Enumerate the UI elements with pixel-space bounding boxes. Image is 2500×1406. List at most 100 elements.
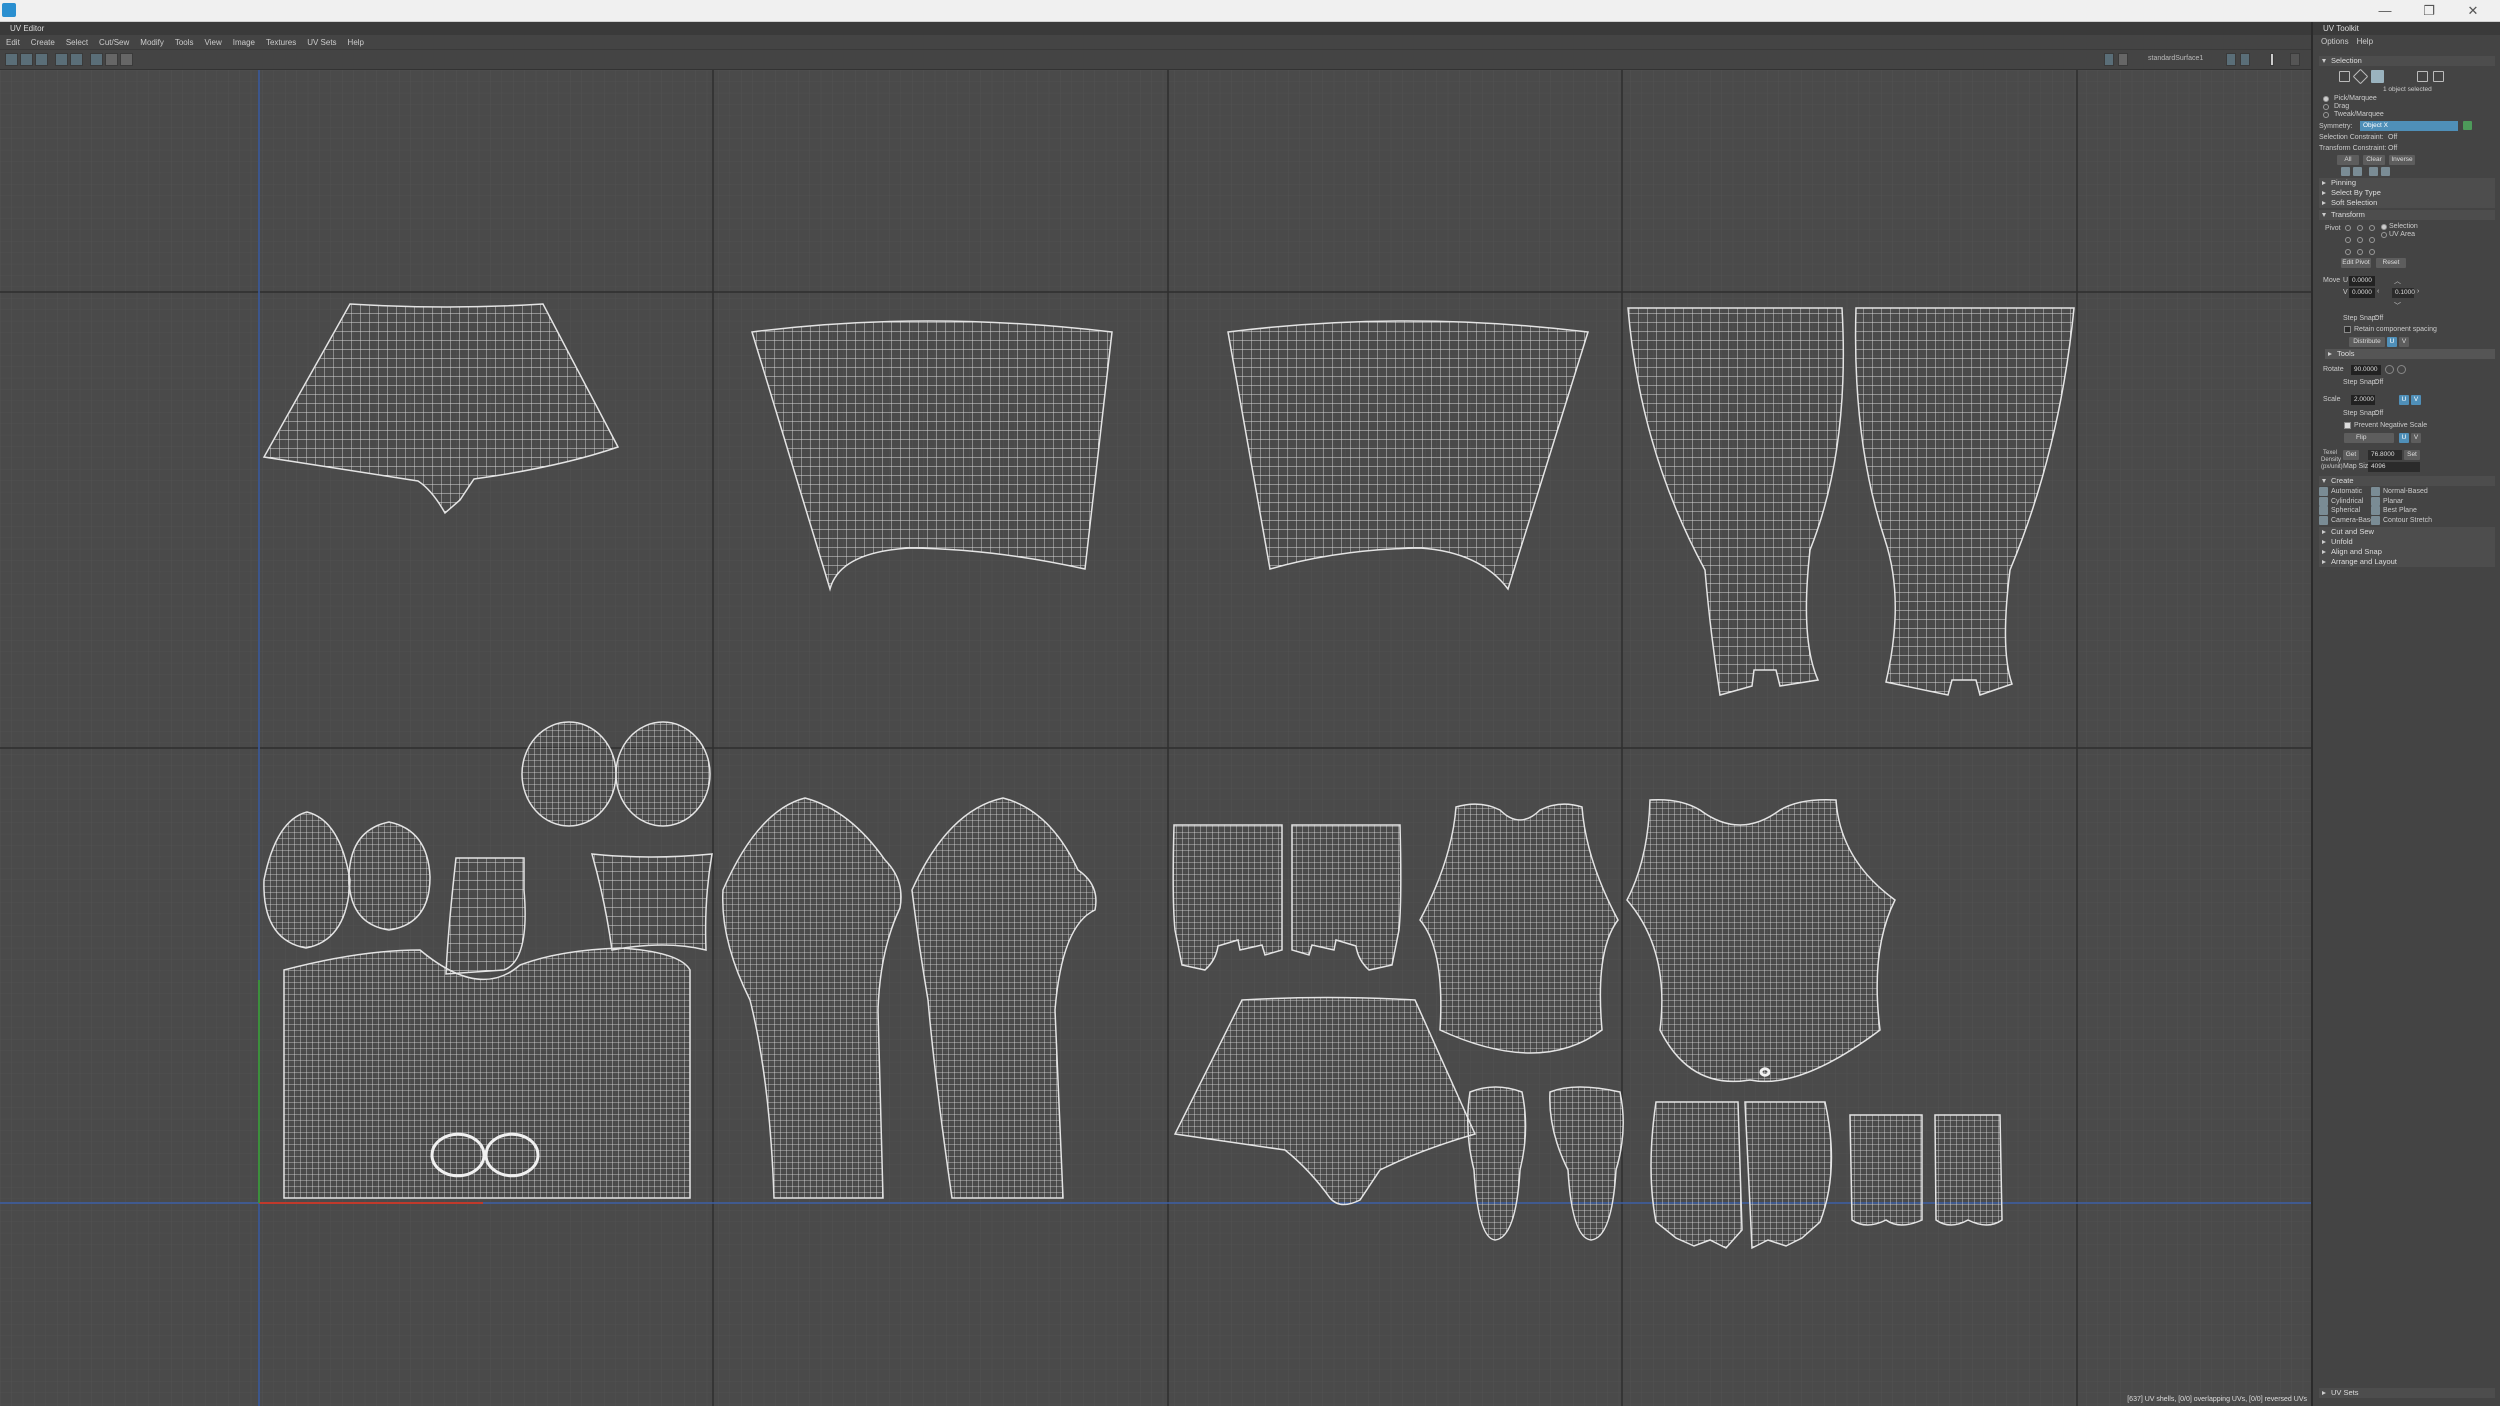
unfold-section-header[interactable]: Unfold <box>2319 537 2495 547</box>
menu-select[interactable]: Select <box>66 35 88 49</box>
move-u-field[interactable]: 0.0000 <box>2349 276 2375 286</box>
flip-u-toggle[interactable]: U <box>2399 433 2409 443</box>
scale-u-toggle[interactable]: U <box>2399 395 2409 405</box>
exposure-icon[interactable] <box>2226 53 2236 66</box>
menu-edit[interactable]: Edit <box>6 35 20 49</box>
distribute-v-toggle[interactable]: V <box>2399 337 2409 347</box>
uv-viewport[interactable]: [637] UV shells, [0/0] overlapping UVs, … <box>0 70 2311 1406</box>
edge-mode-icon[interactable] <box>2352 68 2369 85</box>
move-v-field[interactable]: 0.0000 <box>2349 288 2375 298</box>
texel-get-button[interactable]: Get <box>2343 450 2359 460</box>
move-right-arrow-icon[interactable]: › <box>2417 288 2419 295</box>
retain-spacing-checkbox[interactable] <box>2344 326 2351 333</box>
snap-icon[interactable] <box>105 53 118 66</box>
pivot-radio-tc[interactable] <box>2357 225 2363 231</box>
planar-button[interactable]: Planar <box>2383 498 2403 505</box>
vertex-mode-icon[interactable] <box>2339 71 2350 82</box>
contour-stretch-button[interactable]: Contour Stretch <box>2383 517 2432 524</box>
uv-shell-eye-right[interactable] <box>615 721 711 827</box>
pivot-radio-mr[interactable] <box>2369 237 2375 243</box>
automatic-button[interactable]: Automatic <box>2331 488 2362 495</box>
maximize-button[interactable]: ❐ <box>2409 2 2449 20</box>
menu-textures[interactable]: Textures <box>266 35 296 49</box>
symmetry-icon[interactable] <box>2463 121 2472 130</box>
selection-section-header[interactable]: Selection <box>2319 56 2495 66</box>
edit-pivot-button[interactable]: Edit Pivot <box>2341 258 2371 268</box>
filter-icon[interactable] <box>2118 53 2128 66</box>
move-down-arrow-icon[interactable]: ﹀ <box>2394 301 2401 311</box>
soft-selection-section-header[interactable]: Soft Selection <box>2319 198 2495 208</box>
cylindrical-button[interactable]: Cylindrical <box>2331 498 2363 505</box>
uv-shell-ear-right[interactable] <box>348 821 431 931</box>
gamma-icon[interactable] <box>2240 53 2250 66</box>
uv-shell-toe-right[interactable] <box>1934 1114 2003 1226</box>
display-icon[interactable] <box>5 53 18 66</box>
pivot-radio-br[interactable] <box>2369 249 2375 255</box>
close-button[interactable]: ✕ <box>2453 2 2493 20</box>
exposure-slider[interactable] <box>2270 53 2274 66</box>
clear-selection-button[interactable]: Clear <box>2363 155 2385 165</box>
frame-icon[interactable] <box>120 53 133 66</box>
scale-field[interactable]: 2.0000 <box>2351 395 2375 405</box>
shell-border-icon[interactable] <box>2341 167 2350 176</box>
menu-uv-sets[interactable]: UV Sets <box>307 35 336 49</box>
rotate-step-snap-dropdown[interactable]: Off <box>2374 379 2383 386</box>
shader-name[interactable]: standardSurface1 <box>2148 55 2203 62</box>
map-size-field[interactable]: 4096 <box>2368 462 2420 472</box>
texel-density-field[interactable]: 76.8000 <box>2368 450 2402 460</box>
uv-sets-section-header[interactable]: UV Sets <box>2319 1388 2495 1398</box>
scale-step-snap-dropdown[interactable]: Off <box>2374 410 2383 417</box>
prevent-negative-scale-checkbox[interactable] <box>2344 422 2351 429</box>
shrink-icon[interactable] <box>2381 167 2390 176</box>
move-step-snap-dropdown[interactable]: Off <box>2374 315 2383 322</box>
move-left-arrow-icon[interactable]: ‹ <box>2377 288 2379 295</box>
symmetry-dropdown[interactable]: Object X <box>2360 121 2458 131</box>
menu-help[interactable]: Help <box>348 35 364 49</box>
uv-shell-eye-left[interactable] <box>521 721 617 827</box>
transform-constraint-dropdown[interactable]: Off <box>2388 145 2397 152</box>
menu-create[interactable]: Create <box>31 35 55 49</box>
uv-shell-toe-left[interactable] <box>1849 1114 1923 1226</box>
spherical-button[interactable]: Spherical <box>2331 507 2360 514</box>
best-plane-button[interactable]: Best Plane <box>2383 507 2417 514</box>
arrange-and-layout-section-header[interactable]: Arrange and Layout <box>2319 557 2495 567</box>
menu-modify[interactable]: Modify <box>140 35 164 49</box>
distortion-icon[interactable] <box>70 53 83 66</box>
texel-set-button[interactable]: Set <box>2404 450 2420 460</box>
tweak-marquee-radio[interactable] <box>2323 112 2329 118</box>
menu-cut-sew[interactable]: Cut/Sew <box>99 35 129 49</box>
uv-shell-collar[interactable] <box>590 853 713 951</box>
pivot-radio-bl[interactable] <box>2345 249 2351 255</box>
uv-shell-neck[interactable] <box>445 857 526 975</box>
rotate-cw-icon[interactable] <box>2397 365 2406 374</box>
distribute-button[interactable]: Distribute <box>2349 337 2385 347</box>
cut-and-sew-section-header[interactable]: Cut and Sew <box>2319 527 2495 537</box>
pivot-selection-radio[interactable] <box>2381 224 2387 230</box>
pivot-radio-tr[interactable] <box>2369 225 2375 231</box>
texture-icon[interactable] <box>35 53 48 66</box>
move-up-arrow-icon[interactable]: ︿ <box>2394 276 2401 286</box>
pivot-radio-ml[interactable] <box>2345 237 2351 243</box>
normal-based-button[interactable]: Normal-Based <box>2383 488 2428 495</box>
uv-shell-hand-lower-left[interactable] <box>1650 1101 1743 1249</box>
select-all-button[interactable]: All <box>2337 155 2359 165</box>
shaded-icon[interactable] <box>20 53 33 66</box>
invert-selection-button[interactable]: Inverse <box>2389 155 2415 165</box>
rotate-field[interactable]: 90.0000 <box>2351 365 2381 375</box>
minimize-button[interactable]: — <box>2365 2 2405 20</box>
pivot-uv-area-radio[interactable] <box>2381 232 2387 238</box>
selection-constraint-dropdown[interactable]: Off <box>2388 134 2397 141</box>
toolkit-menu-help[interactable]: Help <box>2357 35 2373 49</box>
uv-shell-mode-icon[interactable] <box>2433 71 2444 82</box>
toolkit-menu-options[interactable]: Options <box>2321 35 2349 49</box>
uv-canvas[interactable] <box>0 70 2311 1406</box>
drag-radio[interactable] <box>2323 104 2329 110</box>
scale-v-toggle[interactable]: V <box>2411 395 2421 405</box>
menu-tools[interactable]: Tools <box>175 35 194 49</box>
pivot-radio-mc[interactable] <box>2357 237 2363 243</box>
flip-button[interactable]: Flip <box>2344 433 2394 443</box>
expand-icon[interactable] <box>2290 53 2300 66</box>
tools-subsection-header[interactable]: Tools <box>2325 349 2495 359</box>
transform-section-header[interactable]: Transform <box>2319 210 2495 220</box>
image-icon[interactable] <box>2104 53 2114 66</box>
